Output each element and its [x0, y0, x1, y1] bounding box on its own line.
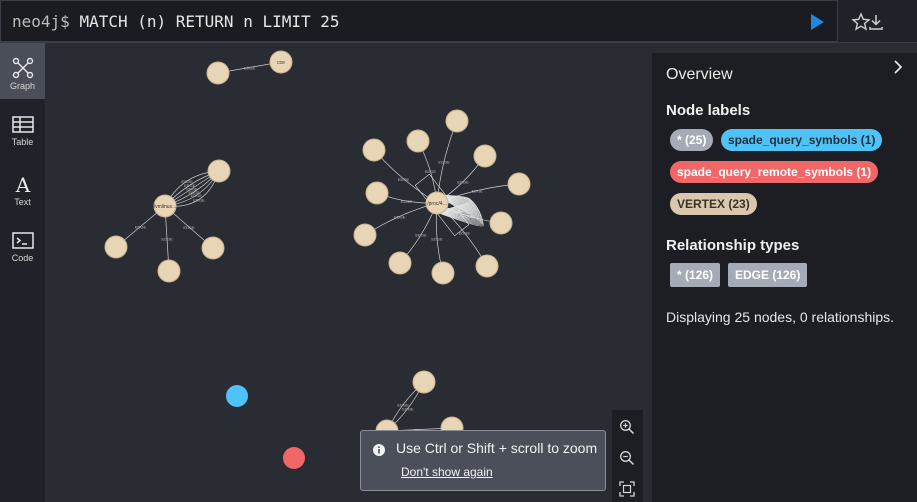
toast-message: Use Ctrl or Shift + scroll to zoom: [396, 440, 598, 456]
editor-bar: neo4j$ MATCH (n) RETURN n LIMIT 25: [0, 0, 917, 43]
edge-label: EDGE: [244, 66, 256, 71]
graph-node[interactable]: [157, 259, 181, 283]
graph-icon: [12, 57, 33, 79]
node-caption: /vmlinux...: [154, 204, 177, 210]
sidebar-label: Table: [11, 137, 34, 147]
graph-node[interactable]: [475, 254, 499, 278]
svg-text:A: A: [14, 173, 30, 195]
overview-panel: Overview Node labels * (25) spade_query_…: [652, 53, 917, 502]
view-sidebar: Graph Table A Text Code: [0, 43, 45, 502]
graph-node[interactable]: [206, 61, 230, 85]
edge-label: EDGE: [397, 403, 409, 408]
graph-node[interactable]: [353, 223, 377, 247]
edge-label: EDGE: [398, 177, 410, 182]
graph-node[interactable]: [507, 172, 531, 196]
edge-label: EDGE: [183, 225, 195, 230]
zoom-controls: [612, 410, 643, 502]
node-caption: cce: [277, 60, 285, 66]
code-icon: [11, 232, 34, 249]
edge-label: EDGE: [438, 159, 450, 164]
zoom-out-icon[interactable]: [619, 450, 635, 466]
edge-label: EDGE: [425, 169, 437, 174]
zoom-in-icon[interactable]: [619, 419, 635, 435]
zoom-hint-toast: Use Ctrl or Shift + scroll to zoom Don't…: [360, 430, 606, 491]
graph-node[interactable]: [388, 251, 412, 275]
edge-label: EDGE: [161, 237, 173, 242]
edge-label: EDGE: [431, 236, 443, 241]
sidebar-item-graph[interactable]: Graph: [0, 43, 45, 99]
sidebar-item-table[interactable]: Table: [0, 101, 45, 157]
edge-label: EDGE: [457, 180, 469, 185]
rel-type-all[interactable]: * (126): [670, 263, 721, 287]
chevron-right-icon[interactable]: [890, 59, 906, 75]
fit-screen-icon[interactable]: [619, 481, 635, 497]
edge-label: EDGE: [401, 199, 413, 204]
download-icon[interactable]: [866, 12, 886, 32]
graph-node[interactable]: [226, 385, 248, 407]
node-label-vertex[interactable]: VERTEX (23): [670, 193, 757, 215]
graph-node[interactable]: [104, 235, 128, 259]
graph-node[interactable]: [431, 261, 455, 285]
node-layer: cce/vmlinux... /proc/4...: [104, 50, 531, 469]
node-caption: /proc/4...: [427, 201, 446, 207]
node-label-spade-query-symbols[interactable]: spade_query_symbols (1): [721, 129, 883, 151]
node-label-all[interactable]: * (25): [670, 129, 714, 151]
edge-label: EDGE: [193, 197, 205, 202]
graph-node[interactable]: [201, 236, 225, 260]
play-icon[interactable]: [807, 12, 827, 32]
edge-label: EDGE: [135, 225, 147, 230]
sidebar-item-text[interactable]: A Text: [0, 159, 45, 215]
query-editor[interactable]: neo4j$ MATCH (n) RETURN n LIMIT 25: [0, 0, 838, 42]
sidebar-label: Code: [11, 253, 34, 263]
graph-node[interactable]: [473, 144, 497, 168]
table-icon: [11, 116, 34, 133]
query-line: neo4j$ MATCH (n) RETURN n LIMIT 25: [12, 12, 340, 31]
info-icon: [373, 444, 385, 456]
relationship-types-heading: Relationship types: [666, 237, 800, 254]
text-icon: A: [14, 173, 30, 195]
prompt: neo4j$: [12, 12, 70, 31]
node-label-spade-query-remote-symbols[interactable]: spade_query_remote_symbols (1): [670, 161, 879, 183]
sidebar-label: Text: [14, 197, 31, 207]
graph-node[interactable]: [365, 181, 389, 205]
graph-node[interactable]: [445, 109, 469, 133]
query-input[interactable]: MATCH (n) RETURN n LIMIT 25: [79, 12, 339, 31]
edge-label: EDGE: [415, 233, 427, 238]
graph-node[interactable]: [412, 370, 436, 394]
graph-node[interactable]: [406, 129, 430, 153]
graph-node[interactable]: [362, 138, 386, 162]
sidebar-item-code[interactable]: Code: [0, 217, 45, 273]
graph-node[interactable]: [207, 159, 231, 183]
edge-label: EDGE: [394, 214, 406, 219]
graph-node[interactable]: [283, 447, 305, 469]
node-labels-heading: Node labels: [666, 102, 751, 119]
overview-description: Displaying 25 nodes, 0 relationships.: [666, 309, 895, 325]
overview-title: Overview: [666, 66, 733, 83]
rel-type-edge[interactable]: EDGE (126): [728, 263, 808, 287]
graph-node[interactable]: [489, 211, 513, 235]
sidebar-label: Graph: [9, 81, 35, 91]
edge-label: EDGE: [472, 189, 484, 194]
dont-show-again-link[interactable]: Don't show again: [401, 465, 493, 479]
